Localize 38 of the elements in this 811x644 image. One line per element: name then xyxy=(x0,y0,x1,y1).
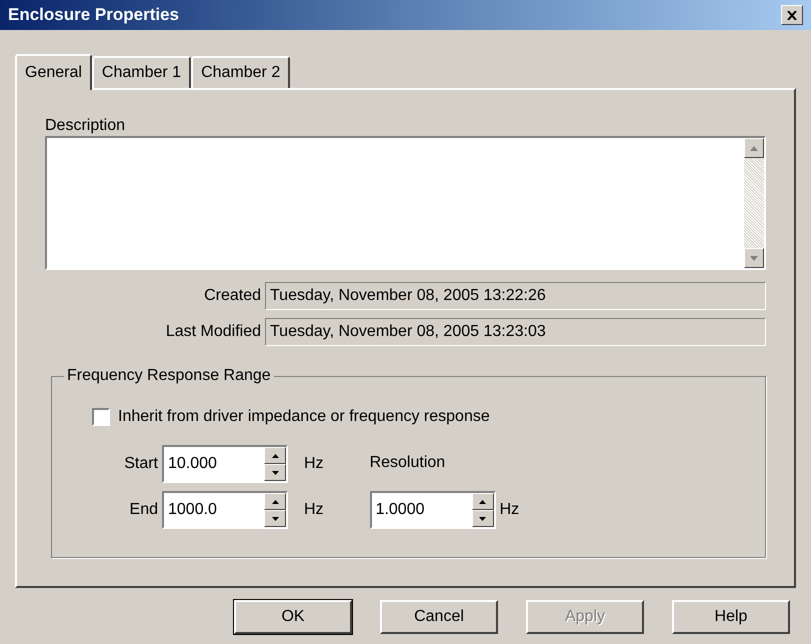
dialog-button[interactable]: Help xyxy=(672,600,790,634)
spin-up-button[interactable] xyxy=(264,493,286,510)
description-label: Description xyxy=(45,116,126,136)
info-label: Last Modified xyxy=(164,322,261,342)
unit-label: Hz xyxy=(500,500,520,520)
spin-down-button[interactable] xyxy=(472,510,494,527)
up-arrow-icon xyxy=(272,454,278,458)
spin-up-button[interactable] xyxy=(264,447,286,464)
info-field: Tuesday, November 08, 2005 13:23:03 xyxy=(265,318,766,346)
checkbox[interactable] xyxy=(92,408,110,426)
up-arrow-icon xyxy=(272,500,278,504)
spin-box[interactable]: 1.0000 xyxy=(370,491,496,529)
checkbox-label: Inherit from driver impedance or frequency response xyxy=(118,407,490,427)
down-arrow-icon xyxy=(272,516,278,520)
down-arrow-icon xyxy=(272,470,278,474)
tab[interactable]: Chamber 1 xyxy=(92,56,192,88)
tab[interactable]: Chamber 2 xyxy=(191,56,290,88)
field-label: End xyxy=(128,500,158,520)
unit-label: Hz xyxy=(304,454,324,474)
tab[interactable]: General xyxy=(15,54,92,90)
spin-down-button[interactable] xyxy=(264,510,286,527)
info-label: Created xyxy=(203,286,261,306)
up-arrow-icon xyxy=(479,500,486,504)
close-icon xyxy=(787,10,797,20)
group-title: Frequency Response Range xyxy=(64,366,274,386)
spin-up-button[interactable] xyxy=(472,493,494,510)
field-label: Start xyxy=(123,454,158,474)
down-arrow-icon xyxy=(479,516,486,520)
dialog-button[interactable]: OK xyxy=(234,600,352,634)
unit-label: Hz xyxy=(304,500,324,520)
close-button[interactable] xyxy=(781,5,803,25)
window-title: Enclosure Properties xyxy=(8,4,180,26)
spin-down-button[interactable] xyxy=(264,464,286,481)
spin-box[interactable]: 10.000 xyxy=(162,445,288,483)
field-label: Resolution xyxy=(370,453,446,473)
info-field: Tuesday, November 08, 2005 13:22:26 xyxy=(265,282,766,310)
spin-box[interactable]: 1000.0 xyxy=(162,491,288,529)
dialog-button[interactable]: Cancel xyxy=(380,600,498,634)
